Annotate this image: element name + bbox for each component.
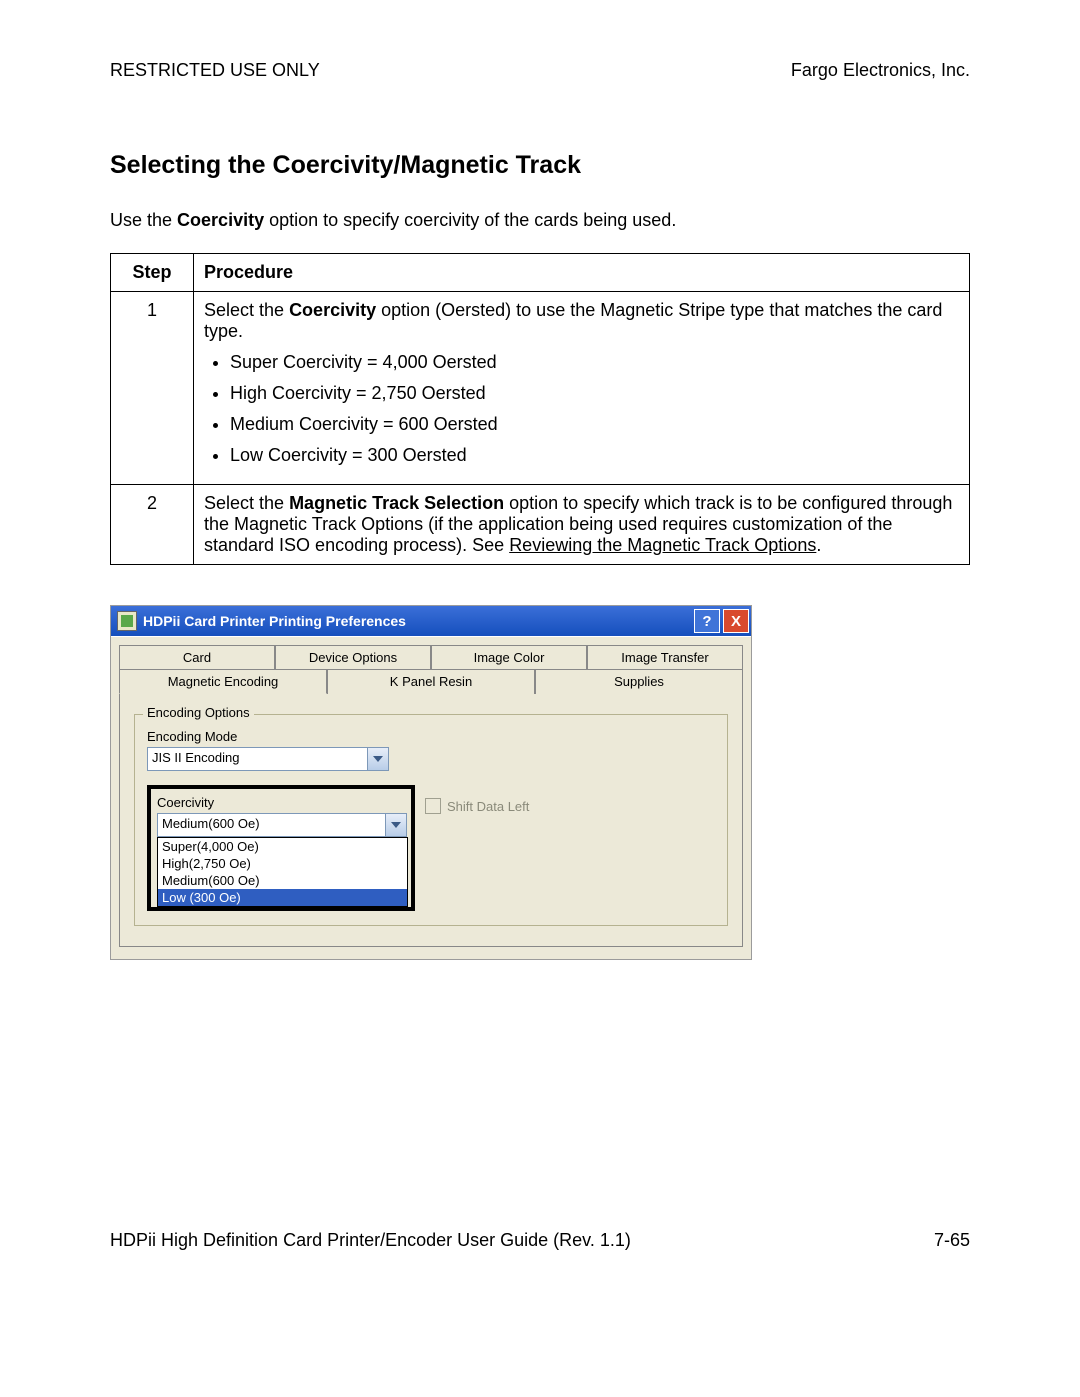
tab-magnetic-encoding[interactable]: Magnetic Encoding bbox=[119, 669, 327, 694]
group-legend: Encoding Options bbox=[143, 705, 254, 720]
help-button[interactable]: ? bbox=[694, 609, 720, 633]
table-row: 2 Select the Magnetic Track Selection op… bbox=[111, 485, 970, 565]
list-item: Medium Coercivity = 600 Oersted bbox=[230, 414, 959, 435]
list-item[interactable]: Low (300 Oe) bbox=[158, 889, 407, 906]
tab-k-panel-resin[interactable]: K Panel Resin bbox=[327, 669, 535, 694]
encoding-mode-label: Encoding Mode bbox=[147, 729, 715, 744]
list-item: Low Coercivity = 300 Oersted bbox=[230, 445, 959, 466]
chevron-down-icon[interactable] bbox=[385, 814, 406, 836]
step-content: Select the Magnetic Track Selection opti… bbox=[194, 485, 970, 565]
title-bar: HDPii Card Printer Printing Preferences … bbox=[111, 606, 751, 636]
col-step: Step bbox=[111, 254, 194, 292]
footer-right: 7-65 bbox=[934, 1230, 970, 1251]
intro-text: Use the Coercivity option to specify coe… bbox=[110, 210, 970, 231]
coercivity-value: Medium(600 Oe) bbox=[158, 814, 385, 836]
list-item: High Coercivity = 2,750 Oersted bbox=[230, 383, 959, 404]
list-item: Super Coercivity = 4,000 Oersted bbox=[230, 352, 959, 373]
coercivity-dropdown-list[interactable]: Super(4,000 Oe) High(2,750 Oe) Medium(60… bbox=[157, 837, 408, 907]
encoding-mode-combo[interactable]: JIS II Encoding bbox=[147, 747, 389, 771]
footer-left: HDPii High Definition Card Printer/Encod… bbox=[110, 1230, 631, 1251]
header-right: Fargo Electronics, Inc. bbox=[791, 60, 970, 81]
group-encoding-options: Encoding Options Encoding Mode JIS II En… bbox=[134, 714, 728, 926]
app-icon bbox=[117, 611, 137, 631]
step-content: Select the Coercivity option (Oersted) t… bbox=[194, 292, 970, 485]
col-procedure: Procedure bbox=[194, 254, 970, 292]
tab-card[interactable]: Card bbox=[119, 645, 275, 670]
tab-supplies[interactable]: Supplies bbox=[535, 669, 743, 694]
table-row: 1 Select the Coercivity option (Oersted)… bbox=[111, 292, 970, 485]
encoding-mode-value: JIS II Encoding bbox=[148, 748, 367, 770]
step-number: 1 bbox=[111, 292, 194, 485]
window-title: HDPii Card Printer Printing Preferences bbox=[143, 613, 691, 629]
procedure-table: Step Procedure 1 Select the Coercivity o… bbox=[110, 253, 970, 565]
tab-panel: Encoding Options Encoding Mode JIS II En… bbox=[119, 694, 743, 947]
tab-image-color[interactable]: Image Color bbox=[431, 645, 587, 670]
close-button[interactable]: X bbox=[723, 609, 749, 633]
shift-data-left-label: Shift Data Left bbox=[447, 799, 529, 814]
checkbox-icon bbox=[425, 798, 441, 814]
tab-image-transfer[interactable]: Image Transfer bbox=[587, 645, 743, 670]
section-title: Selecting the Coercivity/Magnetic Track bbox=[110, 151, 970, 180]
shift-data-left-checkbox: Shift Data Left bbox=[425, 798, 529, 814]
tab-device-options[interactable]: Device Options bbox=[275, 645, 431, 670]
header-left: RESTRICTED USE ONLY bbox=[110, 60, 320, 81]
dialog-window: HDPii Card Printer Printing Preferences … bbox=[110, 605, 752, 960]
list-item[interactable]: Super(4,000 Oe) bbox=[158, 838, 407, 855]
list-item[interactable]: Medium(600 Oe) bbox=[158, 872, 407, 889]
coercivity-highlight-box: Coercivity Medium(600 Oe) Super(4,000 Oe… bbox=[147, 785, 415, 911]
step-number: 2 bbox=[111, 485, 194, 565]
link-reviewing-options[interactable]: Reviewing the Magnetic Track Options bbox=[509, 535, 816, 555]
list-item[interactable]: High(2,750 Oe) bbox=[158, 855, 407, 872]
coercivity-combo[interactable]: Medium(600 Oe) bbox=[157, 813, 407, 837]
chevron-down-icon[interactable] bbox=[367, 748, 388, 770]
coercivity-label: Coercivity bbox=[157, 795, 405, 810]
